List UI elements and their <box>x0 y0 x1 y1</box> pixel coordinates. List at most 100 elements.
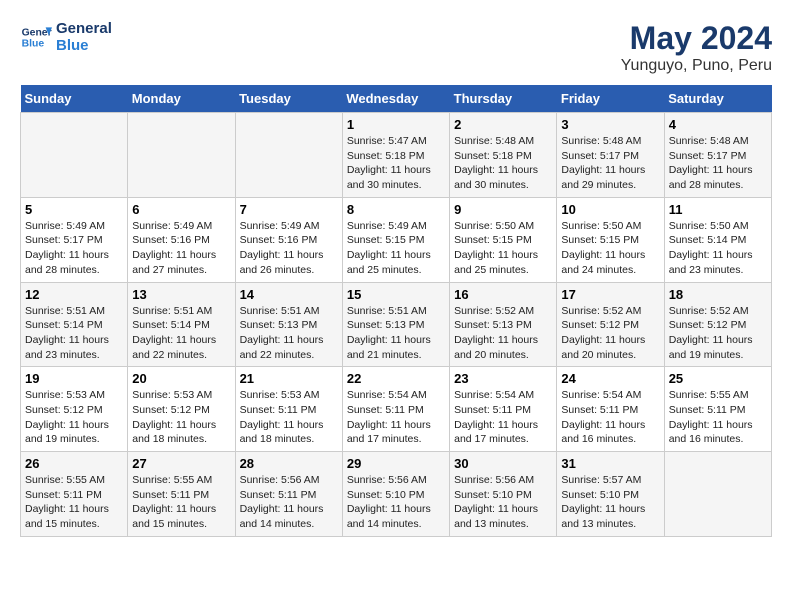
day-cell: 7 Sunrise: 5:49 AM Sunset: 5:16 PM Daylig… <box>235 197 342 282</box>
day-number: 31 <box>561 456 659 471</box>
header-cell-wednesday: Wednesday <box>342 85 449 113</box>
day-cell: 29 Sunrise: 5:56 AM Sunset: 5:10 PM Dayli… <box>342 452 449 537</box>
day-cell: 8 Sunrise: 5:49 AM Sunset: 5:15 PM Daylig… <box>342 197 449 282</box>
week-row-3: 12Sunrise: 5:51 AM Sunset: 5:14 PM Dayli… <box>21 282 772 367</box>
day-cell: 24Sunrise: 5:54 AM Sunset: 5:11 PM Dayli… <box>557 367 664 452</box>
day-cell <box>21 113 128 198</box>
day-info: Sunrise: 5:51 AM Sunset: 5:14 PM Dayligh… <box>25 304 123 363</box>
day-info: Sunrise: 5:56 AM Sunset: 5:11 PM Dayligh… <box>240 473 338 532</box>
day-number: 25 <box>669 371 767 386</box>
day-info: Sunrise: 5:48 AM Sunset: 5:17 PM Dayligh… <box>561 134 659 193</box>
day-info: Sunrise: 5:50 AM Sunset: 5:15 PM Dayligh… <box>454 219 552 278</box>
day-number: 2 <box>454 117 552 132</box>
day-number: 5 <box>25 202 123 217</box>
day-cell: 12Sunrise: 5:51 AM Sunset: 5:14 PM Dayli… <box>21 282 128 367</box>
day-info: Sunrise: 5:52 AM Sunset: 5:12 PM Dayligh… <box>561 304 659 363</box>
header-cell-monday: Monday <box>128 85 235 113</box>
day-info: Sunrise: 5:54 AM Sunset: 5:11 PM Dayligh… <box>561 388 659 447</box>
svg-text:Blue: Blue <box>22 39 45 50</box>
title-block: May 2024 Yunguyo, Puno, Peru <box>621 20 772 75</box>
day-cell: 20Sunrise: 5:53 AM Sunset: 5:12 PM Dayli… <box>128 367 235 452</box>
day-info: Sunrise: 5:53 AM Sunset: 5:12 PM Dayligh… <box>132 388 230 447</box>
day-info: Sunrise: 5:50 AM Sunset: 5:15 PM Dayligh… <box>561 219 659 278</box>
week-row-2: 5Sunrise: 5:49 AM Sunset: 5:17 PM Daylig… <box>21 197 772 282</box>
day-number: 3 <box>561 117 659 132</box>
header-cell-tuesday: Tuesday <box>235 85 342 113</box>
header-cell-saturday: Saturday <box>664 85 771 113</box>
day-info: Sunrise: 5:48 AM Sunset: 5:18 PM Dayligh… <box>454 134 552 193</box>
day-number: 23 <box>454 371 552 386</box>
day-cell: 17Sunrise: 5:52 AM Sunset: 5:12 PM Dayli… <box>557 282 664 367</box>
day-number: 10 <box>561 202 659 217</box>
day-info: Sunrise: 5:56 AM Sunset: 5:10 PM Dayligh… <box>347 473 445 532</box>
day-info: Sunrise: 5:54 AM Sunset: 5:11 PM Dayligh… <box>347 388 445 447</box>
day-cell: 31Sunrise: 5:57 AM Sunset: 5:10 PM Dayli… <box>557 452 664 537</box>
day-info: Sunrise: 5:52 AM Sunset: 5:12 PM Dayligh… <box>669 304 767 363</box>
day-number: 7 <box>240 202 338 217</box>
day-number: 13 <box>132 287 230 302</box>
day-info: Sunrise: 5:56 AM Sunset: 5:10 PM Dayligh… <box>454 473 552 532</box>
day-cell <box>235 113 342 198</box>
header-cell-friday: Friday <box>557 85 664 113</box>
day-cell: 6Sunrise: 5:49 AM Sunset: 5:16 PM Daylig… <box>128 197 235 282</box>
day-cell: 27Sunrise: 5:55 AM Sunset: 5:11 PM Dayli… <box>128 452 235 537</box>
day-cell: 22 Sunrise: 5:54 AM Sunset: 5:11 PM Dayli… <box>342 367 449 452</box>
day-number: 19 <box>25 371 123 386</box>
day-info: Sunrise: 5:48 AM Sunset: 5:17 PM Dayligh… <box>669 134 767 193</box>
day-cell <box>128 113 235 198</box>
day-info: Sunrise: 5:51 AM Sunset: 5:13 PM Dayligh… <box>240 304 338 363</box>
logo-icon: General Blue <box>20 21 52 53</box>
day-cell <box>664 452 771 537</box>
day-info: Sunrise: 5:47 AM Sunset: 5:18 PM Dayligh… <box>347 134 445 193</box>
day-number: 30 <box>454 456 552 471</box>
day-cell: 28 Sunrise: 5:56 AM Sunset: 5:11 PM Dayli… <box>235 452 342 537</box>
day-cell: 16Sunrise: 5:52 AM Sunset: 5:13 PM Dayli… <box>450 282 557 367</box>
day-cell: 1Sunrise: 5:47 AM Sunset: 5:18 PM Daylig… <box>342 113 449 198</box>
day-number: 22 <box>347 371 445 386</box>
logo: General Blue General Blue <box>20 20 112 54</box>
day-number: 15 <box>347 287 445 302</box>
day-info: Sunrise: 5:52 AM Sunset: 5:13 PM Dayligh… <box>454 304 552 363</box>
day-number: 14 <box>240 287 338 302</box>
day-number: 6 <box>132 202 230 217</box>
week-row-4: 19 Sunrise: 5:53 AM Sunset: 5:12 PM Dayli… <box>21 367 772 452</box>
day-info: Sunrise: 5:53 AM Sunset: 5:12 PM Dayligh… <box>25 388 123 447</box>
day-cell: 19 Sunrise: 5:53 AM Sunset: 5:12 PM Dayli… <box>21 367 128 452</box>
day-number: 8 <box>347 202 445 217</box>
week-row-5: 26 Sunrise: 5:55 AM Sunset: 5:11 PM Dayli… <box>21 452 772 537</box>
day-cell: 23 Sunrise: 5:54 AM Sunset: 5:11 PM Dayli… <box>450 367 557 452</box>
day-number: 11 <box>669 202 767 217</box>
day-number: 26 <box>25 456 123 471</box>
day-info: Sunrise: 5:55 AM Sunset: 5:11 PM Dayligh… <box>669 388 767 447</box>
header-row: SundayMondayTuesdayWednesdayThursdayFrid… <box>21 85 772 113</box>
page-header: General Blue General Blue May 2024 Yungu… <box>20 20 772 75</box>
day-info: Sunrise: 5:49 AM Sunset: 5:16 PM Dayligh… <box>240 219 338 278</box>
subtitle: Yunguyo, Puno, Peru <box>621 57 772 75</box>
day-info: Sunrise: 5:54 AM Sunset: 5:11 PM Dayligh… <box>454 388 552 447</box>
day-cell: 13 Sunrise: 5:51 AM Sunset: 5:14 PM Dayli… <box>128 282 235 367</box>
day-number: 4 <box>669 117 767 132</box>
day-info: Sunrise: 5:55 AM Sunset: 5:11 PM Dayligh… <box>25 473 123 532</box>
day-number: 28 <box>240 456 338 471</box>
day-info: Sunrise: 5:49 AM Sunset: 5:15 PM Dayligh… <box>347 219 445 278</box>
day-info: Sunrise: 5:51 AM Sunset: 5:13 PM Dayligh… <box>347 304 445 363</box>
day-cell: 10 Sunrise: 5:50 AM Sunset: 5:15 PM Dayli… <box>557 197 664 282</box>
header-cell-sunday: Sunday <box>21 85 128 113</box>
day-cell: 9 Sunrise: 5:50 AM Sunset: 5:15 PM Daylig… <box>450 197 557 282</box>
day-cell: 25 Sunrise: 5:55 AM Sunset: 5:11 PM Dayli… <box>664 367 771 452</box>
day-info: Sunrise: 5:51 AM Sunset: 5:14 PM Dayligh… <box>132 304 230 363</box>
logo-line1: General <box>56 20 112 37</box>
day-cell: 2 Sunrise: 5:48 AM Sunset: 5:18 PM Daylig… <box>450 113 557 198</box>
week-row-1: 1Sunrise: 5:47 AM Sunset: 5:18 PM Daylig… <box>21 113 772 198</box>
day-cell: 18Sunrise: 5:52 AM Sunset: 5:12 PM Dayli… <box>664 282 771 367</box>
calendar-table: SundayMondayTuesdayWednesdayThursdayFrid… <box>20 85 772 537</box>
day-number: 27 <box>132 456 230 471</box>
day-info: Sunrise: 5:53 AM Sunset: 5:11 PM Dayligh… <box>240 388 338 447</box>
day-cell: 3 Sunrise: 5:48 AM Sunset: 5:17 PM Daylig… <box>557 113 664 198</box>
logo-line2: Blue <box>56 37 112 54</box>
day-cell: 14 Sunrise: 5:51 AM Sunset: 5:13 PM Dayli… <box>235 282 342 367</box>
header-cell-thursday: Thursday <box>450 85 557 113</box>
day-number: 29 <box>347 456 445 471</box>
day-number: 9 <box>454 202 552 217</box>
day-cell: 15 Sunrise: 5:51 AM Sunset: 5:13 PM Dayli… <box>342 282 449 367</box>
